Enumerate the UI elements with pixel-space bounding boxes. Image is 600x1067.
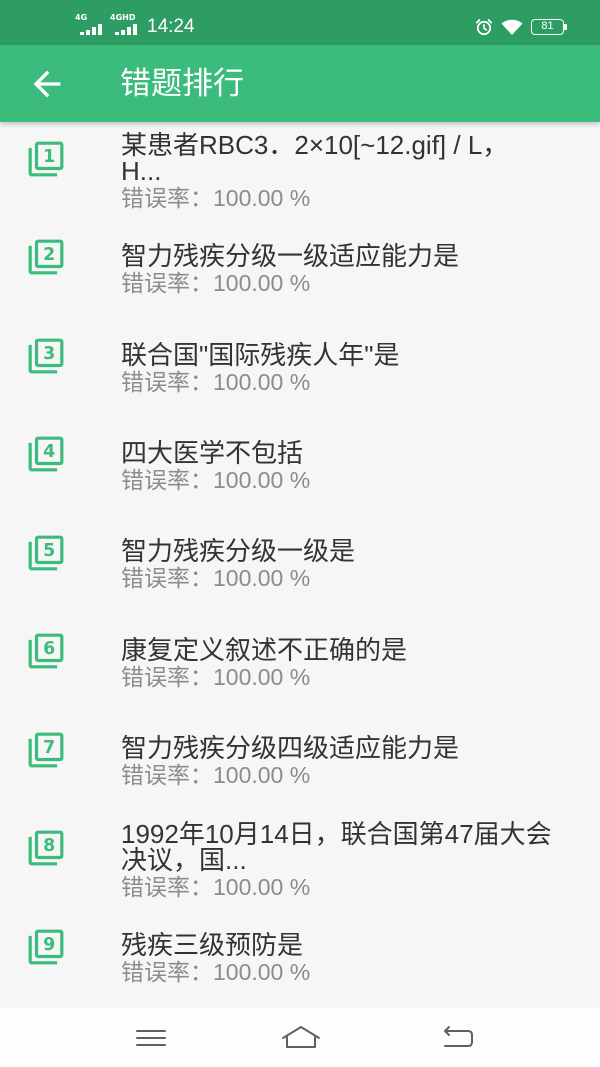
question-title: 四大医学不包括 [121, 440, 304, 469]
rank-number-icon: 1 [28, 141, 64, 177]
wrong-question-ranking-list: 1 某患者RBC3．2×10[~12.gif] / L， H... 错误率：10… [0, 122, 600, 1008]
error-rate: 错误率：100.00 % [121, 565, 311, 592]
home-button[interactable] [271, 1017, 331, 1059]
rank-number: 5 [43, 541, 55, 561]
alarm-icon [475, 19, 493, 36]
error-rate: 错误率：100.00 % [121, 762, 311, 789]
back-button[interactable] [22, 59, 72, 109]
item-text: 1992年10月14日，联合国第47届大会 决议，国... 错误率：100.00… [121, 821, 552, 900]
sim1-signal: 4G [75, 13, 109, 35]
rank-number: 9 [43, 935, 55, 955]
question-title: 1992年10月14日，联合国第47届大会 决议，国... [121, 820, 552, 875]
item-text: 智力残疾分级一级适应能力是 错误率：100.00 % [121, 243, 459, 296]
question-title: 智力残疾分级一级是 [121, 538, 356, 567]
error-rate: 错误率：100.00 % [121, 959, 311, 986]
error-rate: 错误率：100.00 % [121, 368, 311, 395]
question-title: 智力残疾分级四级适应能力是 [121, 735, 460, 764]
list-item[interactable]: 4 四大医学不包括 错误率：100.00 % [0, 417, 600, 515]
page-title: 错题排行 [120, 66, 244, 101]
menu-button[interactable] [121, 1017, 181, 1059]
list-item[interactable]: 5 智力残疾分级一级是 错误率：100.00 % [0, 516, 600, 614]
rank-number-icon: 2 [28, 240, 64, 275]
list-item[interactable]: 7 智力残疾分级四级适应能力是 错误率：100.00 % [0, 713, 600, 811]
signal-icon [115, 24, 137, 35]
network-type-label: 4GHD [110, 13, 136, 22]
back-nav-button[interactable] [428, 1017, 488, 1059]
item-text: 联合国"国际残疾人年"是 错误率：100.00 % [121, 342, 399, 395]
error-rate: 错误率：100.00 % [121, 270, 311, 297]
item-text: 四大医学不包括 错误率：100.00 % [121, 440, 310, 493]
rank-number: 7 [43, 738, 55, 758]
back-icon [444, 1026, 473, 1047]
rank-number: 6 [43, 639, 55, 659]
list-item[interactable]: 9 残疾三级预防是 错误率：100.00 % [0, 910, 600, 1008]
arrow-back-icon [33, 70, 61, 98]
question-title: 康复定义叙述不正确的是 [121, 636, 408, 665]
list-item[interactable]: 2 智力残疾分级一级适应能力是 错误率：100.00 % [0, 220, 600, 318]
error-rate: 错误率：100.00 % [121, 873, 311, 900]
question-title: 智力残疾分级一级适应能力是 [121, 243, 460, 272]
rank-number: 4 [43, 442, 55, 462]
error-rate: 错误率：100.00 % [121, 184, 311, 211]
list-item[interactable]: 6 康复定义叙述不正确的是 错误率：100.00 % [0, 614, 600, 712]
question-title: 残疾三级预防是 [121, 932, 304, 961]
clock-time: 14:24 [147, 16, 195, 37]
wifi-icon [501, 19, 523, 35]
battery-icon: 81 [531, 19, 568, 35]
rank-number: 8 [43, 836, 55, 856]
question-title: 联合国"国际残疾人年"是 [121, 341, 400, 370]
status-bar: 4G 4GHD 14:24 81 [0, 0, 600, 45]
rank-number-icon: 9 [28, 929, 64, 964]
item-text: 康复定义叙述不正确的是 错误率：100.00 % [121, 637, 407, 690]
rank-number-icon: 3 [28, 338, 64, 374]
battery-level: 81 [531, 19, 564, 35]
rank-number-icon: 6 [28, 633, 64, 669]
question-title: 某患者RBC3．2×10[~12.gif] / L， H... [121, 131, 509, 186]
rank-number: 2 [43, 246, 55, 266]
error-rate: 错误率：100.00 % [121, 663, 311, 690]
system-navigation-bar [0, 1008, 600, 1067]
rank-number-icon: 4 [28, 436, 64, 472]
menu-icon [136, 1030, 166, 1046]
network-type-label: 4G [75, 13, 88, 22]
item-text: 残疾三级预防是 错误率：100.00 % [121, 932, 310, 985]
rank-number: 1 [43, 147, 55, 167]
signal-icon [80, 24, 102, 35]
item-text: 智力残疾分级一级是 错误率：100.00 % [121, 538, 355, 591]
rank-number-icon: 8 [28, 830, 64, 866]
item-text: 智力残疾分级四级适应能力是 错误率：100.00 % [121, 735, 459, 788]
home-icon [282, 1026, 320, 1048]
app-bar: 错题排行 [0, 45, 600, 122]
battery-nub [564, 24, 567, 30]
rank-number-icon: 7 [28, 732, 64, 768]
rank-number: 3 [43, 344, 55, 364]
error-rate: 错误率：100.00 % [121, 467, 311, 494]
list-item[interactable]: 3 联合国"国际残疾人年"是 错误率：100.00 % [0, 319, 600, 417]
sim2-signal: 4GHD [110, 13, 144, 35]
list-item[interactable]: 8 1992年10月14日，联合国第47届大会 决议，国... 错误率：100.… [0, 811, 600, 909]
rank-number-icon: 5 [28, 535, 64, 571]
item-text: 某患者RBC3．2×10[~12.gif] / L， H... 错误率：100.… [121, 132, 508, 211]
list-item[interactable]: 1 某患者RBC3．2×10[~12.gif] / L， H... 错误率：10… [0, 122, 600, 220]
